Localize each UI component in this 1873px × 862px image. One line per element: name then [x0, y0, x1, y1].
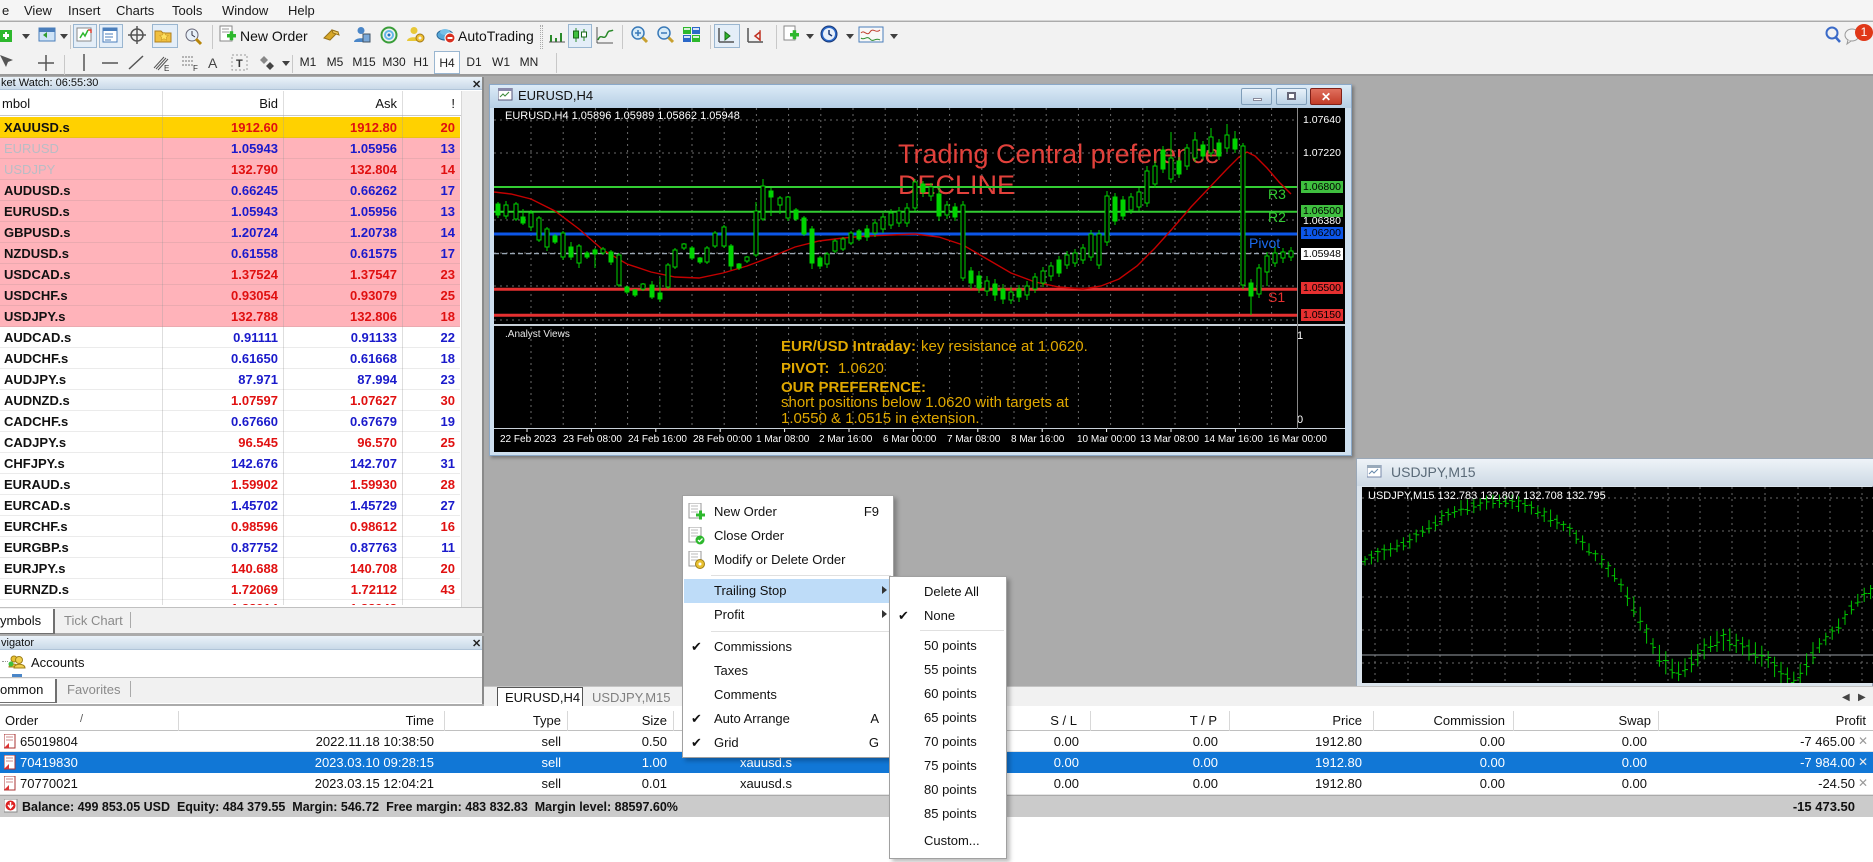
svg-text:EURUSD,H4 1.05896 1.05989 1.0: EURUSD,H4 1.05896 1.05989 1.05862 1.0594…	[505, 110, 740, 122]
svg-text:R2: R2	[1268, 209, 1286, 225]
svg-text:T: T	[236, 58, 243, 70]
svg-text:F: F	[193, 64, 198, 73]
svg-text:Pivot: Pivot	[1249, 235, 1280, 251]
svg-text:S1: S1	[1268, 289, 1285, 305]
svg-text:E: E	[164, 64, 169, 73]
svg-text:R3: R3	[1268, 186, 1286, 202]
svg-text:USDJPY,M15 132.783 132.807 13: USDJPY,M15 132.783 132.807 132.708 132.7…	[1368, 490, 1606, 502]
